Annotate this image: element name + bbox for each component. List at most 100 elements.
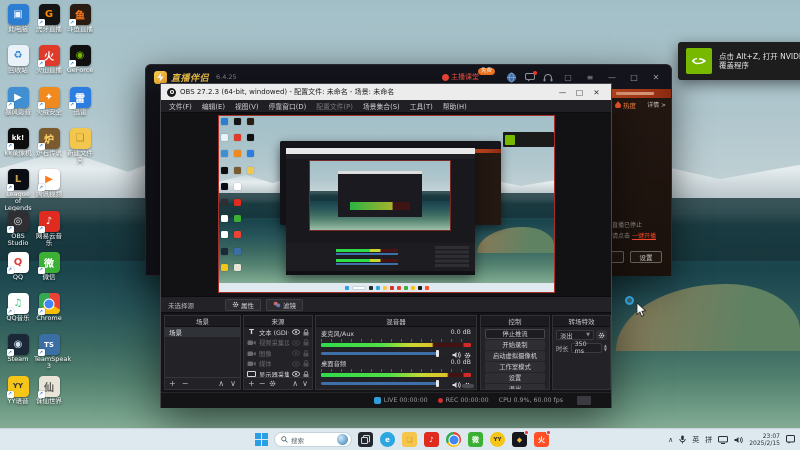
desktop-icon-Steam[interactable]: ◉ ↗ Steam bbox=[3, 334, 33, 363]
menu-编辑(E)[interactable]: 编辑(E) bbox=[197, 101, 230, 111]
search-highlight-thumb[interactable] bbox=[337, 434, 348, 445]
control-button-退出[interactable]: 退出 bbox=[485, 384, 545, 389]
scenes-header[interactable]: 场景 bbox=[165, 316, 240, 327]
taskbar-app-网易云音乐[interactable]: ♪ bbox=[424, 432, 439, 447]
source-row-显示器采集[interactable]: 显示器采集 bbox=[244, 369, 312, 377]
visibility-eye-icon[interactable] bbox=[292, 361, 300, 367]
obs-minimize-button[interactable]: — bbox=[554, 88, 571, 97]
speaker-icon[interactable] bbox=[452, 374, 461, 390]
volume-slider[interactable] bbox=[321, 379, 449, 387]
desktop-icon-回收站[interactable]: ♻ 回收站 bbox=[3, 45, 33, 74]
taskbar-app-文件资源管理器[interactable]: ❏ bbox=[402, 432, 417, 447]
clock[interactable]: 23:07 2025/2/15 bbox=[749, 433, 780, 447]
visibility-eye-icon[interactable] bbox=[292, 350, 300, 356]
volume-slider-handle[interactable] bbox=[436, 349, 440, 357]
transitions-header[interactable]: 转场特效 bbox=[553, 316, 610, 327]
obs-titlebar[interactable]: OBS 27.2.3 (64-bit, windowed) - 配置文件: 未命… bbox=[161, 84, 611, 100]
volume-slider[interactable] bbox=[321, 349, 449, 357]
visibility-eye-icon[interactable] bbox=[292, 340, 300, 346]
desktop-icon-诛仙世界[interactable]: 仙 ↗ 诛仙世界 bbox=[34, 375, 64, 405]
nvidia-toast[interactable]: 点击 Alt+Z, 打开 NVIDIA 覆盖程序 bbox=[678, 42, 800, 80]
mixer-header[interactable]: 混音器 bbox=[316, 316, 476, 327]
start-button[interactable] bbox=[255, 433, 268, 446]
transition-gear-button[interactable] bbox=[596, 330, 607, 340]
companion-settings-button[interactable]: 设置 bbox=[630, 251, 662, 263]
transition-select[interactable]: 淡出 ▼ bbox=[556, 330, 594, 340]
duration-input[interactable]: 350 ms bbox=[570, 341, 602, 355]
globe-icon[interactable] bbox=[506, 72, 517, 83]
desktop-icon-Chrome[interactable]: ↗ Chrome bbox=[34, 293, 64, 322]
desktop-icon-网易云音乐[interactable]: ♪ ↗ 网易云音乐 bbox=[34, 210, 64, 247]
scene-down-button[interactable]: ∨ bbox=[230, 379, 236, 388]
taskbar-app-任务视图[interactable] bbox=[358, 432, 373, 447]
companion-maximize-button[interactable]: □ bbox=[627, 73, 641, 82]
headset-icon[interactable] bbox=[543, 73, 553, 82]
notification-center-icon[interactable] bbox=[786, 435, 795, 444]
desktop-icon-炉石传说[interactable]: 炉 ↗ 炉石传说 bbox=[34, 127, 64, 157]
desktop-icon-迅雷[interactable]: 雷 ↗ 迅雷 bbox=[65, 86, 95, 116]
ime-english-indicator[interactable]: 英 bbox=[692, 435, 699, 445]
desktop-icon-暴风影音[interactable]: ▶ ↗ 暴风影音 bbox=[3, 86, 33, 116]
menu-场景集合(S)[interactable]: 场景集合(S) bbox=[358, 101, 405, 111]
volume-slider-handle[interactable] bbox=[436, 379, 440, 387]
obs-close-button[interactable]: ✕ bbox=[588, 88, 605, 97]
mixer-scrollbar[interactable] bbox=[462, 384, 474, 388]
companion-tray-button[interactable]: ▢ bbox=[561, 73, 575, 82]
desktop-icon-YY语音[interactable]: YY ↗ YY语音 bbox=[3, 375, 33, 405]
control-button-启动虚拟摄像机[interactable]: 启动虚拟摄像机 bbox=[485, 351, 545, 361]
source-row-媒体[interactable]: 媒体 bbox=[244, 359, 312, 370]
source-settings-gear-icon[interactable] bbox=[269, 380, 276, 387]
volume-tray-icon[interactable] bbox=[734, 436, 743, 444]
network-tray-icon[interactable] bbox=[718, 435, 729, 444]
desktop-icon-TeamSpeak 3[interactable]: TS ↗ TeamSpeak 3 bbox=[34, 334, 71, 370]
companion-minimize-button[interactable]: — bbox=[605, 73, 619, 82]
source-row-视频采集设备[interactable]: 视频采集设备 bbox=[244, 338, 312, 349]
microphone-tray-icon[interactable] bbox=[679, 435, 686, 444]
source-up-button[interactable]: ∧ bbox=[292, 379, 298, 388]
menu-文件(F)[interactable]: 文件(F) bbox=[164, 101, 197, 111]
menu-视图(V)[interactable]: 视图(V) bbox=[230, 101, 264, 111]
source-down-button[interactable]: ∨ bbox=[302, 379, 308, 388]
menu-停靠窗口(D)[interactable]: 停靠窗口(D) bbox=[264, 101, 312, 111]
lock-icon[interactable] bbox=[303, 339, 309, 346]
taskbar-app-直播伴侣[interactable]: ◆ bbox=[512, 430, 529, 447]
desktop-icon-QQ[interactable]: Q ↗ QQ bbox=[3, 251, 33, 281]
scene-remove-button[interactable]: − bbox=[182, 379, 189, 388]
menu-工具(T)[interactable]: 工具(T) bbox=[405, 101, 438, 111]
scene-item[interactable]: 场景 bbox=[165, 327, 240, 337]
desktop-icon-新建文件夹[interactable]: ❏ 新建文件夹 bbox=[65, 127, 95, 164]
source-row-文本 (GDI+) 1[interactable]: T 文本 (GDI+) 1 bbox=[244, 327, 312, 338]
tray-chevron-icon[interactable]: ∧ bbox=[668, 436, 673, 444]
visibility-eye-icon[interactable] bbox=[292, 329, 300, 335]
lock-icon[interactable] bbox=[303, 360, 309, 367]
ime-pinyin-indicator[interactable]: 拼 bbox=[705, 435, 712, 445]
menu-配置文件(P)[interactable]: 配置文件(P) bbox=[311, 101, 358, 111]
taskbar-app-YY语音[interactable]: YY bbox=[490, 432, 505, 447]
scene-add-button[interactable]: + bbox=[169, 379, 176, 388]
source-filters-button[interactable]: 滤镜 bbox=[266, 298, 303, 311]
source-remove-button[interactable]: − bbox=[259, 379, 266, 388]
scene-up-button[interactable]: ∧ bbox=[218, 379, 224, 388]
menu-帮助(H)[interactable]: 帮助(H) bbox=[438, 101, 472, 111]
messages-icon[interactable] bbox=[525, 70, 537, 82]
taskbar-app-微信[interactable]: 微 bbox=[468, 432, 483, 447]
control-button-开始录制[interactable]: 开始录制 bbox=[485, 340, 545, 350]
source-row-图像[interactable]: 图像 bbox=[244, 348, 312, 359]
desktop-icon-kk录像机[interactable]: kk! ↗ kk录像机 bbox=[3, 127, 33, 157]
duration-stepper[interactable]: ▲ ▼ bbox=[604, 344, 607, 352]
desktop-icon-微信[interactable]: 微 ↗ 微信 bbox=[34, 251, 64, 281]
lock-icon[interactable] bbox=[303, 328, 309, 336]
search-box[interactable]: 搜索 bbox=[274, 432, 352, 447]
control-button-工作室模式[interactable]: 工作室模式 bbox=[485, 362, 545, 372]
desktop-icon-虎牙直播[interactable]: G ↗ 虎牙直播 bbox=[34, 4, 64, 33]
desktop-icon-League of Legends[interactable]: L ↗ League of Legends bbox=[3, 169, 33, 212]
lock-icon[interactable] bbox=[303, 370, 309, 377]
companion-close-button[interactable]: ✕ bbox=[649, 73, 663, 82]
desktop-icon-火绒安全[interactable]: ✦ ↗ 火绒安全 bbox=[34, 86, 64, 116]
taskbar-app-Chrome[interactable] bbox=[446, 432, 461, 447]
control-button-停止推流[interactable]: 停止推流 bbox=[485, 329, 545, 339]
lock-icon[interactable] bbox=[303, 349, 309, 357]
control-button-设置[interactable]: 设置 bbox=[485, 373, 545, 383]
controls-header[interactable]: 控制 bbox=[481, 316, 549, 327]
sources-header[interactable]: 来源 bbox=[244, 316, 312, 327]
